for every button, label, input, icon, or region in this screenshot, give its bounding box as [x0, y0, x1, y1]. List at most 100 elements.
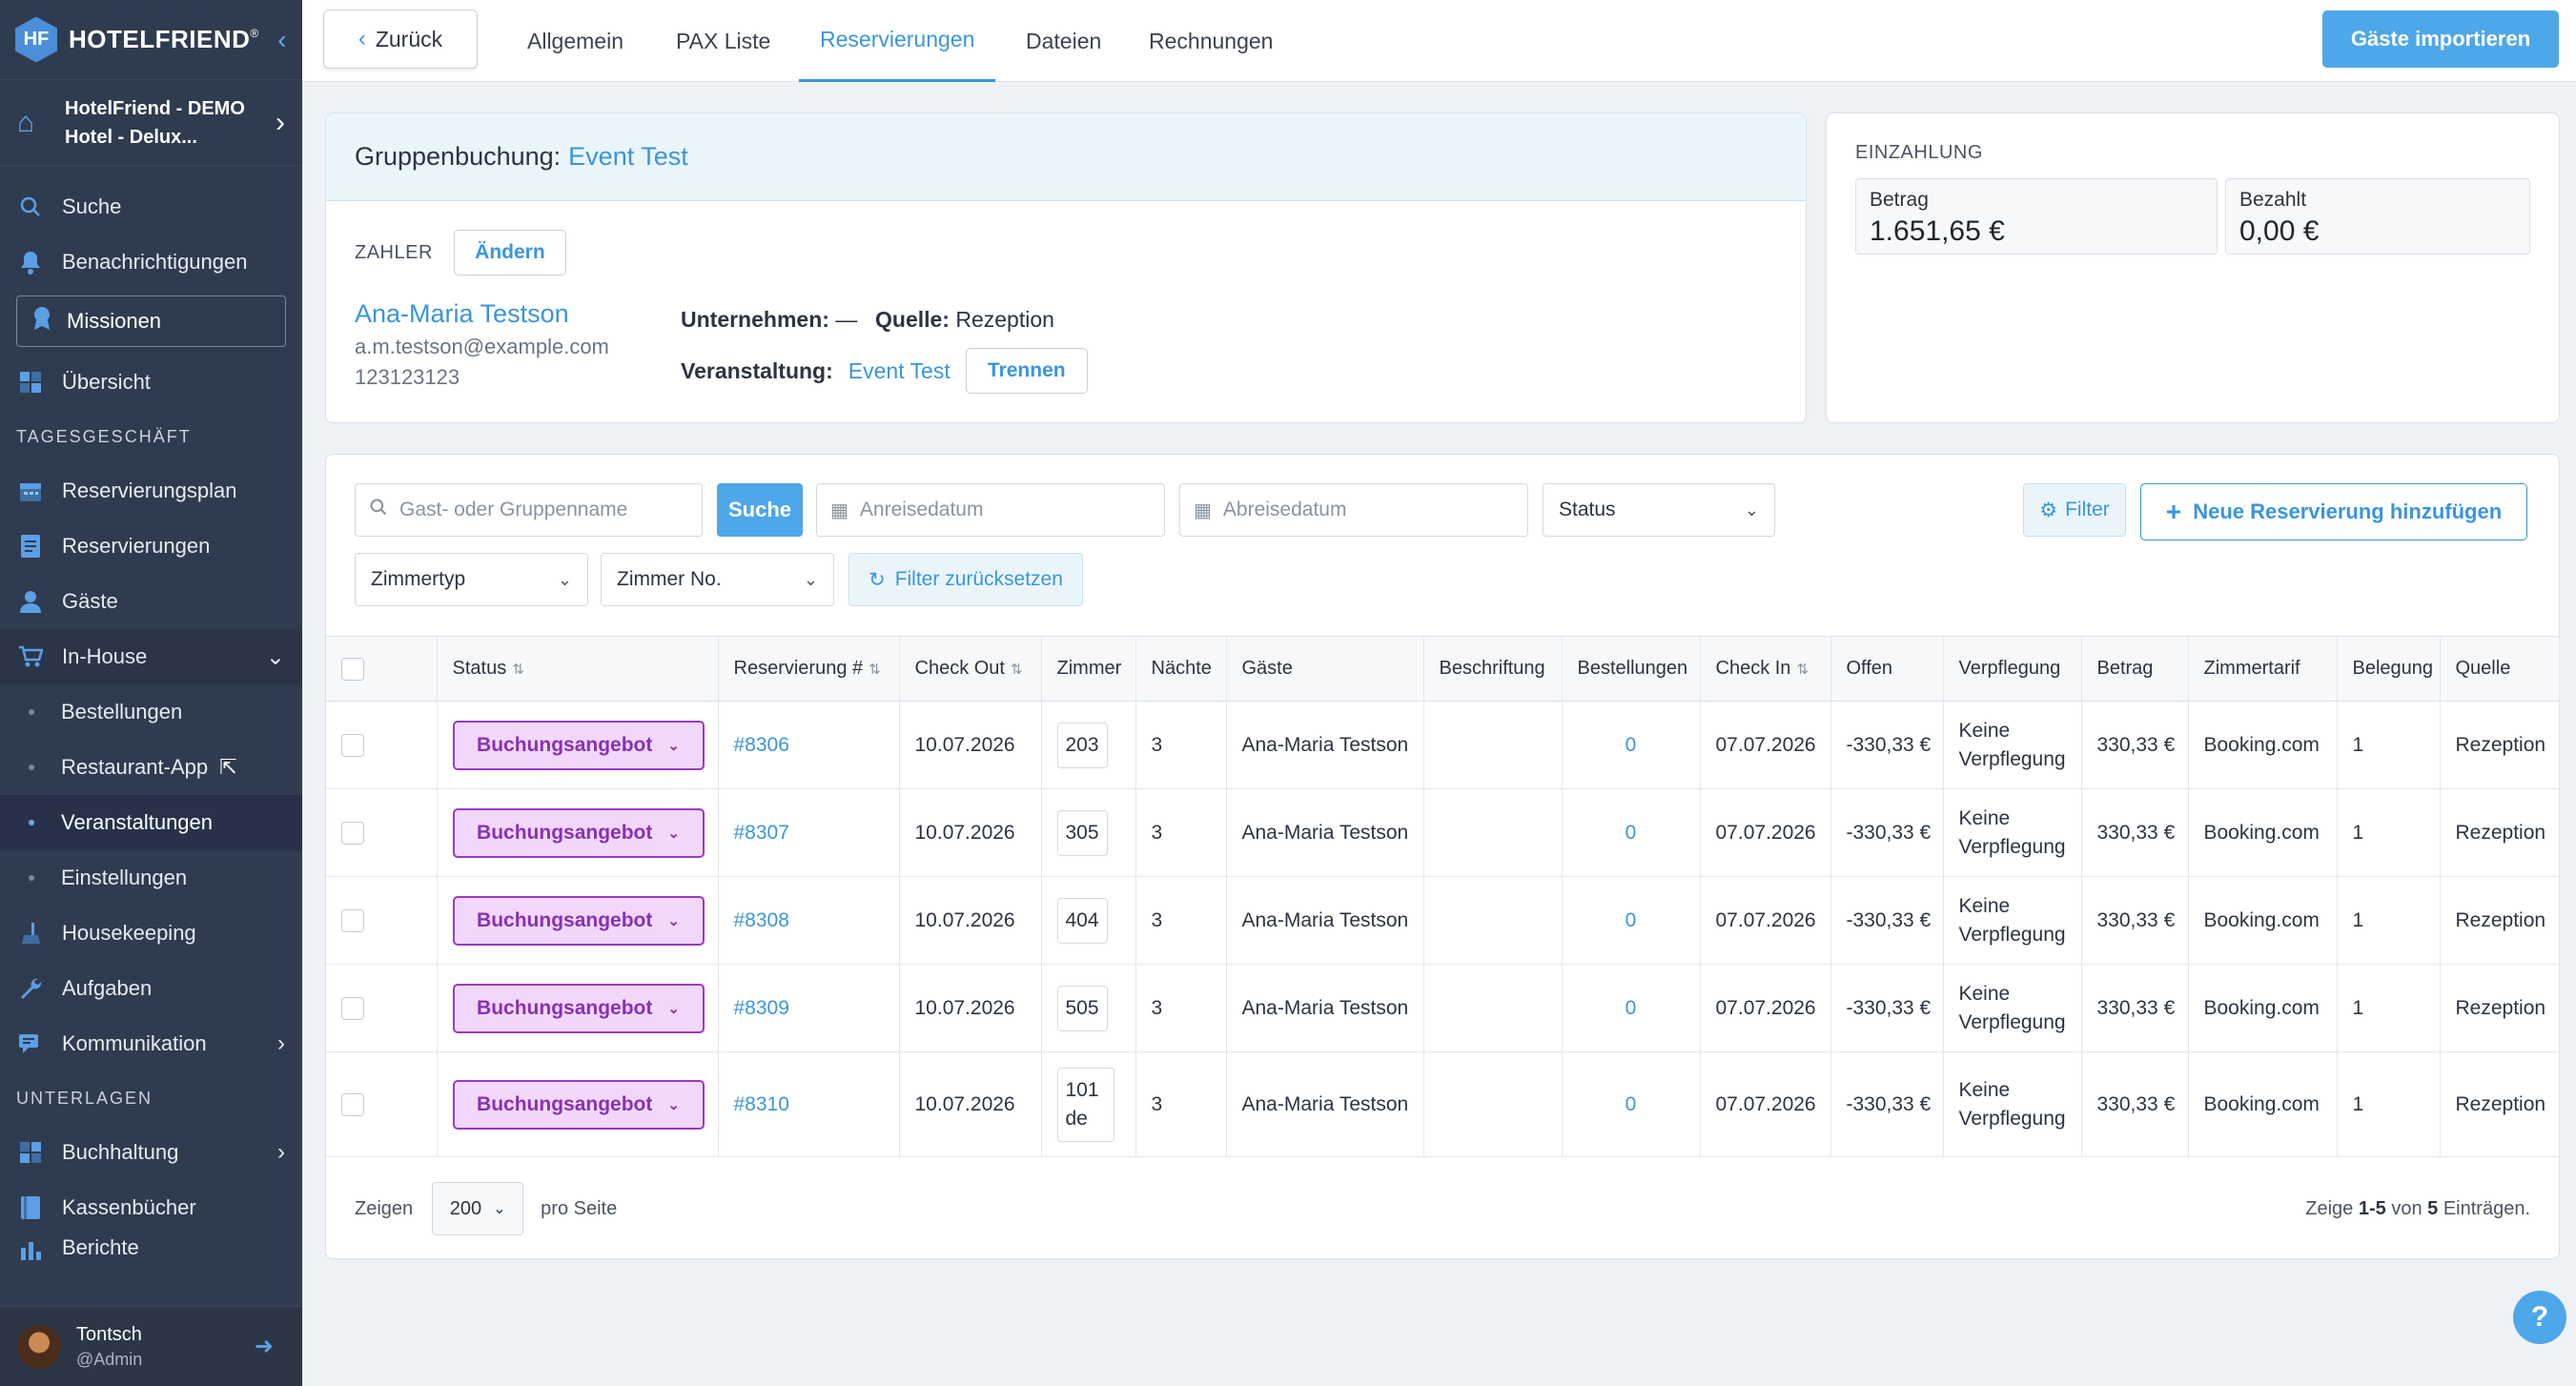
sidebar-item-label: Buchhaltung — [62, 1140, 179, 1164]
dashboard-icon — [16, 368, 45, 397]
back-button[interactable]: ‹ Zurück — [323, 10, 478, 69]
sidebar-item-missions[interactable]: Missionen — [16, 296, 286, 347]
orders-link[interactable]: 0 — [1625, 734, 1637, 756]
open-cell: -330,33 € — [1830, 964, 1944, 1052]
row-checkbox[interactable] — [341, 821, 364, 845]
per-page-select[interactable]: 200 ⌄ — [432, 1182, 524, 1235]
orders-link[interactable]: 0 — [1625, 822, 1637, 844]
tab-general[interactable]: Allgemein — [527, 0, 624, 82]
row-checkbox[interactable] — [341, 733, 364, 757]
deposit-amount-value: 1.651,65 € — [1870, 215, 2005, 247]
sidebar-item-search[interactable]: Suche — [0, 179, 302, 234]
chevron-down-icon: ⌄ — [667, 825, 680, 842]
col-board: Verpflegung — [1943, 636, 2082, 702]
reservation-link[interactable]: #8310 — [734, 1093, 789, 1115]
table-row[interactable]: Buchungsangebot ⌄ #8308 10.07.2026 404 3 Ana-M… — [326, 876, 2560, 965]
sidebar-item-accounting[interactable]: Buchhaltung › — [0, 1125, 302, 1180]
reservation-link[interactable]: #8309 — [734, 997, 789, 1019]
row-checkbox[interactable] — [341, 996, 364, 1020]
avatar[interactable] — [17, 1324, 61, 1369]
orders-link[interactable]: 0 — [1625, 997, 1637, 1019]
event-link[interactable]: Event Test — [848, 358, 951, 384]
room-number[interactable]: 505 — [1056, 985, 1108, 1031]
new-reservation-button[interactable]: + Neue Reservierung hinzufügen — [2140, 483, 2527, 540]
table-row[interactable]: Buchungsangebot ⌄ #8307 10.07.2026 305 3 Ana-M… — [326, 788, 2560, 877]
hotel-name: HotelFriend - DEMO Hotel - Delux... — [65, 97, 245, 148]
tab-pax-list[interactable]: PAX Liste — [676, 0, 770, 82]
room-number[interactable]: 305 — [1056, 809, 1108, 856]
hotel-switcher[interactable]: ⌂ HotelFriend - DEMO Hotel - Delux... › — [0, 80, 302, 166]
help-button[interactable]: ? — [2513, 1291, 2566, 1344]
sidebar-item-label: Übersicht — [62, 370, 151, 394]
sidebar-item-communication[interactable]: Kommunikation › — [0, 1016, 302, 1071]
separate-button[interactable]: Trennen — [965, 348, 1088, 394]
nights-cell: 3 — [1135, 1051, 1227, 1157]
event-label: Veranstaltung: — [681, 357, 833, 383]
table-row[interactable]: Buchungsangebot ⌄ #8310 10.07.2026 101 de 3 An… — [326, 1051, 2560, 1157]
payer-name[interactable]: Ana-Maria Testson — [355, 299, 569, 329]
room-type-select[interactable]: Zimmertyp ⌄ — [355, 553, 588, 606]
status-dropdown[interactable]: Buchungsangebot ⌄ — [452, 895, 705, 946]
table-row[interactable]: Buchungsangebot ⌄ #8309 10.07.2026 505 3 Ana-M… — [326, 964, 2560, 1052]
room-number[interactable]: 404 — [1056, 897, 1108, 944]
sidebar-item-reservation-plan[interactable]: Reservierungsplan — [0, 463, 302, 519]
reservation-cell: #8306 — [718, 701, 900, 789]
room-number[interactable]: 203 — [1056, 722, 1108, 768]
change-payer-button[interactable]: Ändern — [453, 230, 566, 275]
departure-date-input[interactable]: ▦ Abreisedatum — [1179, 483, 1528, 537]
sidebar-item-cashbooks[interactable]: Kassenbücher — [0, 1180, 302, 1235]
sidebar-item-guests[interactable]: Gäste — [0, 574, 302, 629]
arrival-date-input[interactable]: ▦ Anreisedatum — [816, 483, 1165, 537]
import-guests-button[interactable]: Gäste importieren — [2322, 10, 2559, 68]
reset-filters-button[interactable]: ↻ Filter zurücksetzen — [848, 553, 1083, 606]
bullet-icon — [29, 820, 34, 825]
status-dropdown[interactable]: Buchungsangebot ⌄ — [452, 983, 705, 1033]
col-status[interactable]: Status ⇅ — [437, 636, 719, 702]
orders-link[interactable]: 0 — [1625, 1093, 1637, 1115]
sidebar-subitem-events[interactable]: Veranstaltungen — [0, 795, 302, 850]
row-checkbox[interactable] — [341, 1092, 364, 1116]
guest-search-input[interactable]: Gast- oder Gruppenname — [355, 483, 703, 537]
deposit-amount-box: Betrag 1.651,65 € — [1855, 178, 2218, 255]
logout-icon[interactable]: ➜ — [255, 1333, 274, 1360]
col-checkout[interactable]: Check Out ⇅ — [899, 636, 1042, 702]
tab-invoices[interactable]: Rechnungen — [1149, 0, 1273, 82]
search-button[interactable]: Suche — [717, 483, 803, 537]
col-orders: Bestellungen — [1562, 636, 1701, 702]
status-dropdown[interactable]: Buchungsangebot ⌄ — [452, 1079, 705, 1130]
room-number[interactable]: 101 de — [1056, 1067, 1114, 1142]
reservation-link[interactable]: #8307 — [734, 822, 789, 844]
reservation-link[interactable]: #8306 — [734, 734, 789, 756]
tab-files[interactable]: Dateien — [1026, 0, 1101, 82]
select-all-checkbox[interactable] — [341, 657, 364, 681]
sidebar-item-label: Missionen — [67, 309, 162, 333]
plus-icon: + — [2165, 497, 2182, 526]
col-reservation[interactable]: Reservierung # ⇅ — [718, 636, 900, 702]
sidebar-subitem-restaurant-app[interactable]: Restaurant-App ⇱ — [0, 740, 302, 795]
status-select[interactable]: Status ⌄ — [1543, 483, 1775, 537]
sidebar-item-overview[interactable]: Übersicht — [0, 355, 302, 410]
row-checkbox[interactable] — [341, 908, 364, 932]
col-checkin[interactable]: Check In ⇅ — [1700, 636, 1831, 702]
status-dropdown[interactable]: Buchungsangebot ⌄ — [452, 807, 705, 858]
group-event-link[interactable]: Event Test — [568, 142, 688, 172]
sidebar-subitem-settings[interactable]: Einstellungen — [0, 850, 302, 906]
filter-button[interactable]: ⚙ Filter — [2023, 483, 2126, 537]
collapse-sidebar-icon[interactable]: ‹ — [277, 25, 286, 55]
tab-reservations[interactable]: Reservierungen — [799, 0, 996, 82]
sidebar-item-reports[interactable]: Berichte — [0, 1235, 302, 1260]
sidebar-item-notifications[interactable]: Benachrichtigungen — [0, 234, 302, 290]
sidebar-item-tasks[interactable]: Aufgaben — [0, 961, 302, 1016]
company-label: Unternehmen: — [681, 307, 829, 332]
orders-link[interactable]: 0 — [1625, 909, 1637, 931]
sidebar-item-label: Berichte — [62, 1235, 139, 1259]
status-dropdown[interactable]: Buchungsangebot ⌄ — [452, 720, 705, 770]
room-no-select[interactable]: Zimmer No. ⌄ — [601, 553, 834, 606]
guest-cell: Ana-Maria Testson — [1226, 1051, 1424, 1157]
sidebar-subitem-orders[interactable]: Bestellungen — [0, 684, 302, 740]
table-row[interactable]: Buchungsangebot ⌄ #8306 10.07.2026 203 3 Ana-M… — [326, 701, 2560, 789]
sidebar-item-reservations[interactable]: Reservierungen — [0, 519, 302, 574]
reservation-link[interactable]: #8308 — [734, 909, 789, 931]
sidebar-item-inhouse[interactable]: In-House ⌄ — [0, 629, 302, 684]
sidebar-item-housekeeping[interactable]: Housekeeping — [0, 906, 302, 961]
